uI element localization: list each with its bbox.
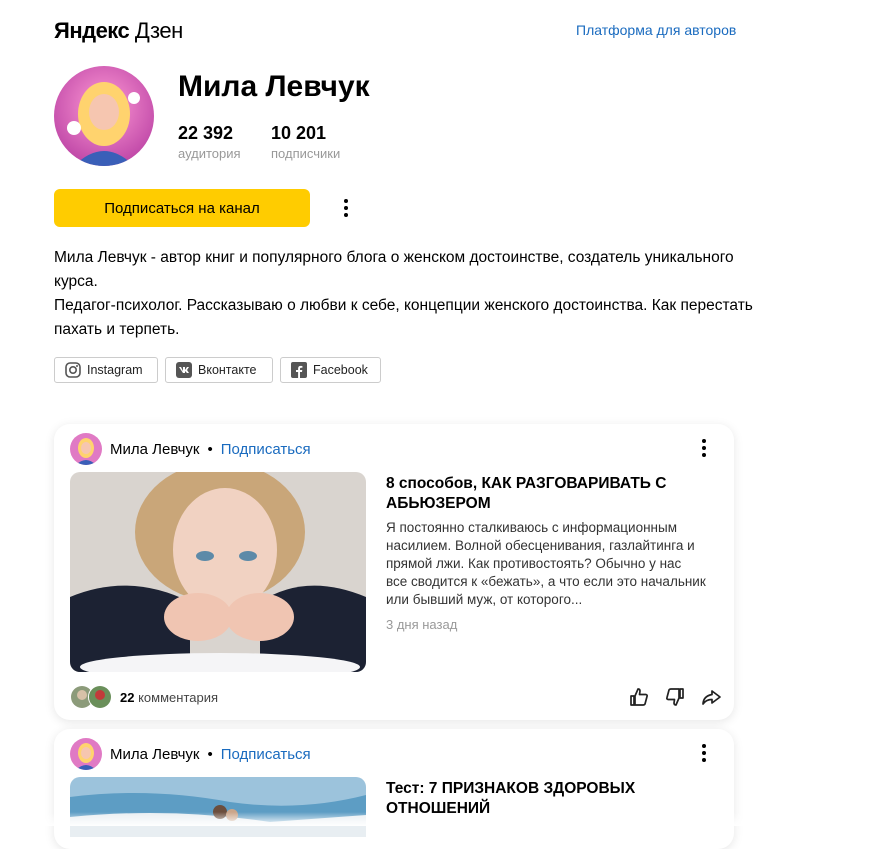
article-image[interactable] [70,472,366,672]
dislike-icon[interactable] [664,686,686,708]
card-actions [628,686,722,708]
comments-row[interactable]: 22 комментария [70,685,218,709]
author-avatar[interactable] [70,738,102,770]
more-options-icon[interactable] [336,198,356,218]
commenter-avatars [70,685,112,709]
vkontakte-label: Вконтакте [198,363,257,377]
article-card[interactable]: Мила Левчук • Подписаться Тест: 7 ПРИЗНА… [54,729,734,849]
audience-stat: 22 392 аудитория [178,123,241,161]
separator: • [207,440,213,458]
author-name[interactable]: Мила Левчук [110,746,200,763]
channel-avatar [54,66,154,166]
logo-part1: Яндекс [54,18,130,43]
avatar [88,685,112,709]
article-image[interactable] [70,777,366,837]
bottom-fade [0,812,869,826]
separator: • [207,745,213,763]
facebook-label: Facebook [313,363,368,377]
audience-count: 22 392 [178,123,234,143]
logo-part2: Дзен [134,18,183,43]
yandex-zen-logo[interactable]: Яндекс Дзен [54,18,183,44]
channel-title: Мила Левчук [178,70,370,103]
card-more-icon[interactable] [694,438,714,458]
vk-icon [176,362,192,378]
subscribers-label: подписчики [271,146,341,161]
comments-count-text: 22 комментария [120,690,218,705]
card-subscribe-link[interactable]: Подписаться [221,746,311,763]
author-name[interactable]: Мила Левчук [110,441,200,458]
subscribers-count: 10 201 [271,123,327,143]
card-header: Мила Левчук • Подписаться [70,433,311,465]
card-subscribe-link[interactable]: Подписаться [221,441,311,458]
comments-count: 22 [120,689,135,705]
vkontakte-link[interactable]: Вконтакте [165,357,273,383]
article-date: 3 дня назад [386,617,458,632]
description-line-2: Педагог-психолог. Рассказываю о любви к … [54,297,753,338]
subscribers-stat: 10 201 подписчики [271,123,340,161]
instagram-icon [65,362,81,378]
subscribe-channel-button[interactable]: Подписаться на канал [54,189,310,227]
platform-for-authors-link[interactable]: Платформа для авторов [576,22,736,38]
instagram-label: Instagram [87,363,143,377]
description-line-1: Мила Левчук - автор книг и популярного б… [54,249,734,290]
facebook-icon [291,362,307,378]
channel-description: Мила Левчук - автор книг и популярного б… [54,246,754,342]
card-header: Мила Левчук • Подписаться [70,738,311,770]
instagram-link[interactable]: Instagram [54,357,158,383]
facebook-link[interactable]: Facebook [280,357,381,383]
article-title[interactable]: 8 способов, КАК РАЗГОВАРИВАТЬ С АБЬЮЗЕРО… [386,474,686,514]
card-more-icon[interactable] [694,743,714,763]
audience-label: аудитория [178,146,241,161]
article-card[interactable]: Мила Левчук • Подписаться 8 способов, КА… [54,424,734,720]
share-icon[interactable] [700,686,722,708]
like-icon[interactable] [628,686,650,708]
comments-label: комментария [138,689,219,705]
article-snippet[interactable]: Я постоянно сталкиваюсь с информационным… [386,519,706,609]
author-avatar[interactable] [70,433,102,465]
